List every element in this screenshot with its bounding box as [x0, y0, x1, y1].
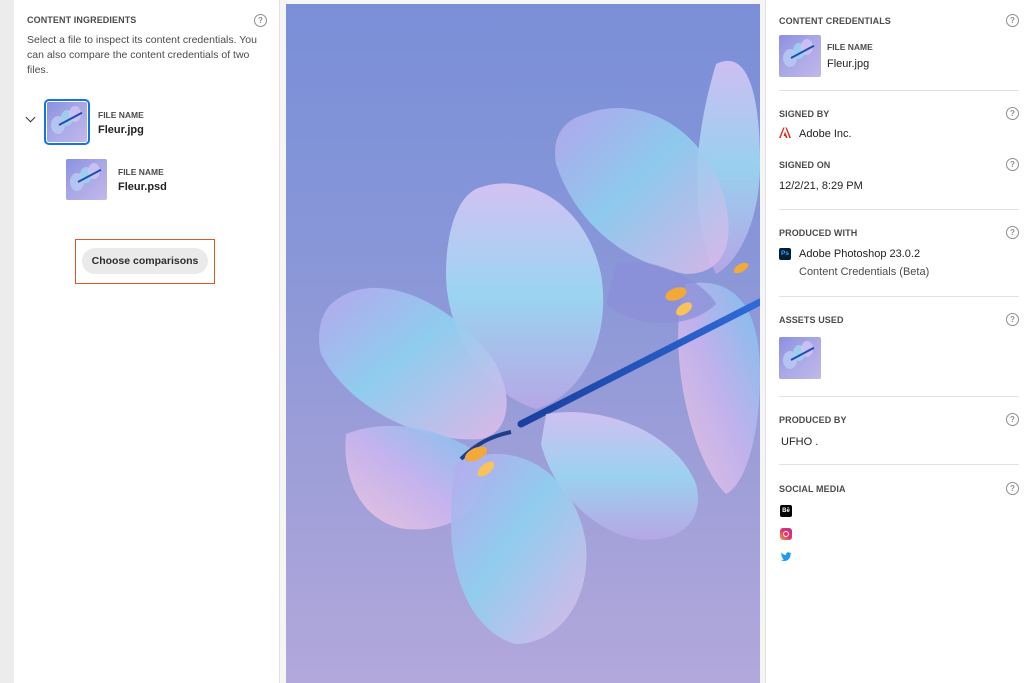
behance-icon[interactable]: Bē: [780, 505, 792, 517]
flower-image: [319, 60, 760, 644]
help-icon[interactable]: ?: [1006, 226, 1019, 239]
divider: [779, 396, 1019, 397]
content-ingredients-panel: CONTENT INGREDIENTS ? Select a file to i…: [14, 0, 280, 683]
instagram-icon[interactable]: [780, 528, 792, 540]
artwork-preview: [286, 4, 760, 683]
divider: [779, 464, 1019, 465]
file-name-fleur-jpg[interactable]: Fleur.jpg: [98, 124, 144, 136]
help-icon[interactable]: ?: [1006, 413, 1019, 426]
twitter-icon[interactable]: [780, 551, 792, 563]
help-icon[interactable]: ?: [1006, 107, 1019, 120]
help-icon[interactable]: ?: [1006, 313, 1019, 326]
produced-with-subtitle: Content Credentials (Beta): [799, 266, 930, 278]
help-icon[interactable]: ?: [254, 14, 267, 27]
window-left-edge: [0, 0, 14, 683]
help-icon[interactable]: ?: [1006, 158, 1019, 171]
divider: [779, 296, 1019, 297]
file-name-label: FILE NAME: [98, 110, 144, 120]
adobe-logo-icon: [779, 127, 791, 138]
ingredients-description: Select a file to inspect its content cre…: [27, 34, 257, 76]
content-ingredients-heading: CONTENT INGREDIENTS: [27, 15, 137, 25]
produced-with-heading: PRODUCED WITH: [779, 228, 858, 238]
signed-on-value: 12/2/21, 8:29 PM: [779, 180, 863, 192]
social-media-heading: SOCIAL MEDIA: [779, 484, 846, 494]
produced-with-value: Adobe Photoshop 23.0.2: [799, 248, 921, 260]
file-thumbnail-fleur-jpg[interactable]: [44, 99, 90, 145]
file-name-fleur-psd[interactable]: Fleur.psd: [118, 181, 167, 193]
credential-file-thumbnail: [779, 35, 821, 77]
chevron-down-icon[interactable]: [25, 112, 36, 123]
help-icon[interactable]: ?: [1006, 14, 1019, 27]
assets-used-heading: ASSETS USED: [779, 315, 844, 325]
produced-by-value: UFHO .: [781, 436, 819, 448]
signed-by-value: Adobe Inc.: [799, 128, 852, 140]
help-icon[interactable]: ?: [1006, 482, 1019, 495]
credential-file-name: Fleur.jpg: [827, 58, 870, 70]
asset-thumbnail[interactable]: [779, 337, 821, 379]
signed-on-heading: SIGNED ON: [779, 160, 831, 170]
divider: [779, 209, 1019, 210]
choose-comparisons-button[interactable]: Choose comparisons: [82, 248, 208, 274]
content-credentials-heading: CONTENT CREDENTIALS: [779, 16, 891, 26]
produced-by-heading: PRODUCED BY: [779, 415, 847, 425]
file-name-label: FILE NAME: [827, 42, 873, 52]
file-thumbnail-fleur-psd[interactable]: [66, 159, 107, 200]
signed-by-heading: SIGNED BY: [779, 109, 830, 119]
photoshop-logo-icon: Ps: [779, 248, 791, 260]
divider: [779, 90, 1019, 91]
file-name-label: FILE NAME: [118, 167, 164, 177]
content-credentials-panel: CONTENT CREDENTIALS ? FILE NAME Fleur.jp…: [765, 0, 1024, 683]
